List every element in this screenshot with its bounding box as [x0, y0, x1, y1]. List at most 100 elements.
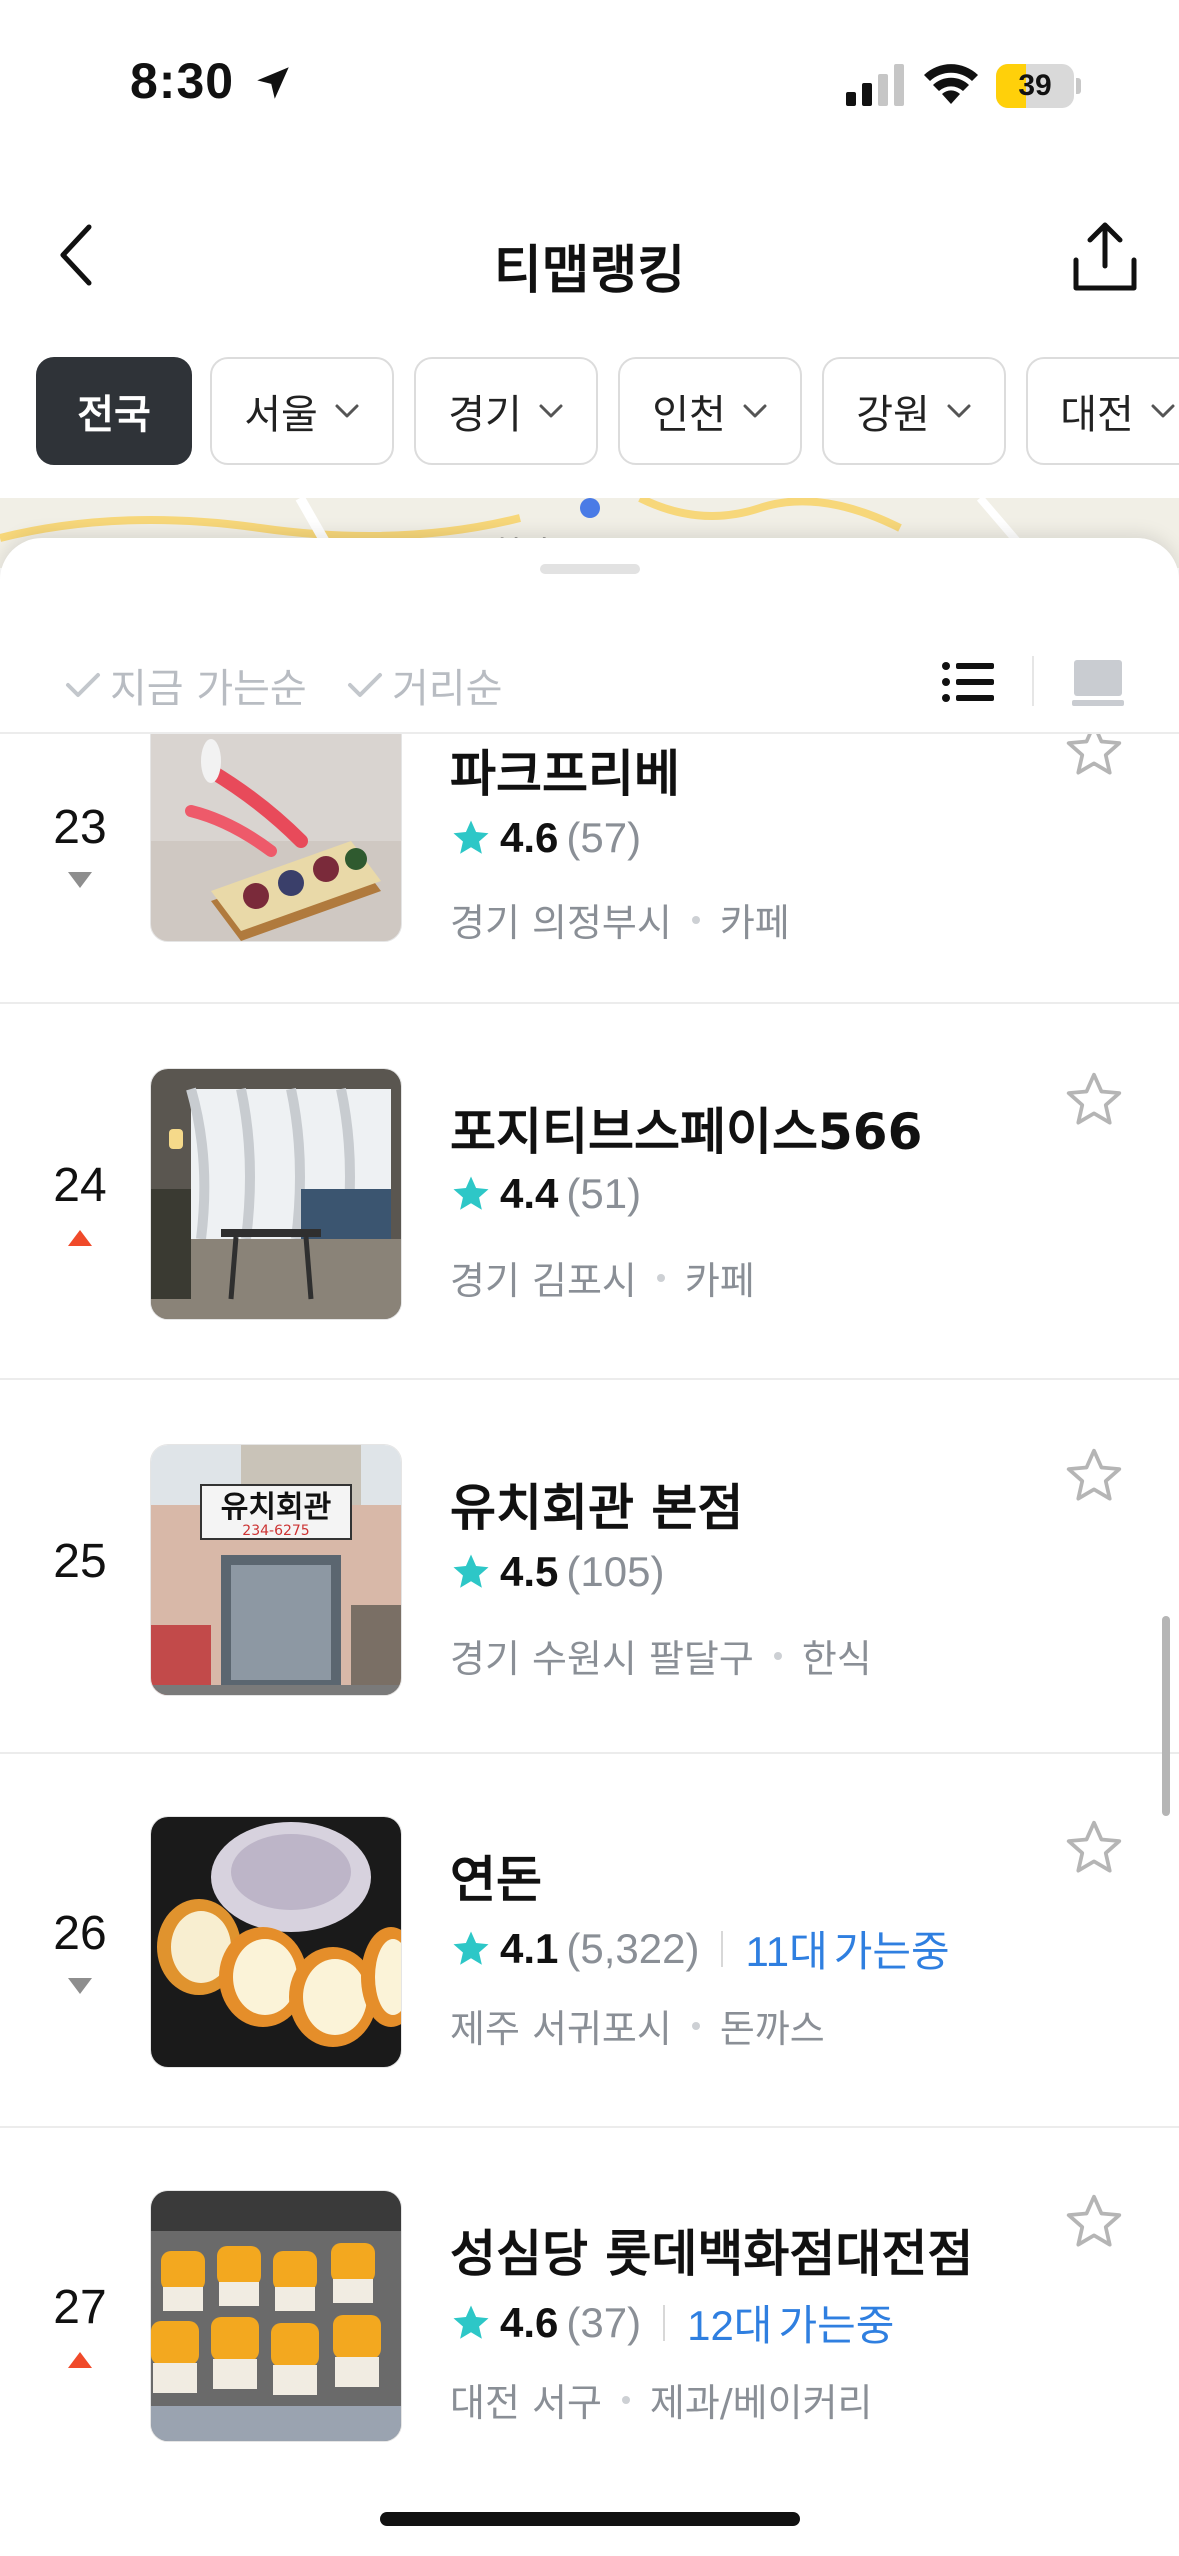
place-category: 카페 — [719, 901, 790, 945]
place-name: 유치회관 본점 — [450, 1479, 744, 1537]
list-item[interactable]: 23 파크프리베 4.6 (57) 경기 의정부시 카페 — [0, 734, 1179, 1004]
favorite-star-icon[interactable] — [1062, 1444, 1126, 1508]
status-time: 8:30 — [130, 53, 235, 109]
place-name: 파크프리베 — [450, 745, 680, 803]
place-region: 경기 의정부시 — [450, 901, 672, 945]
place-thumbnail — [150, 1068, 402, 1320]
rating-divider — [663, 2304, 666, 2341]
sort-bar: 지금 가는순 거리순 — [0, 594, 1179, 734]
share-button[interactable] — [1070, 220, 1140, 294]
chevron-down-icon — [947, 404, 971, 418]
chevron-down-icon — [1151, 404, 1175, 418]
place-thumbnail: 유치회관 234-6275 — [150, 1444, 402, 1696]
sort-option-now-going[interactable]: 지금 가는순 — [64, 656, 307, 714]
place-category: 돈까스 — [719, 2007, 825, 2051]
tmap-ranking-screen: 8:30 39 티맵랭킹 전국 서울 경기 인천 강원 대전 지금 가는순 거리… — [0, 0, 1179, 2556]
status-bar: 8:30 39 — [0, 0, 1179, 150]
rating-value: 4.5 — [500, 1548, 559, 1595]
sheet-grabber[interactable] — [540, 564, 640, 574]
rating-row: 4.6 (57) — [450, 814, 641, 862]
list-view-icon[interactable] — [940, 654, 996, 710]
rank-number: 26 — [53, 1907, 107, 1960]
rank-number: 27 — [53, 2281, 107, 2334]
place-thumbnail — [150, 2190, 402, 2442]
chip-region-all[interactable]: 전국 — [36, 357, 192, 465]
battery-level-text: 39 — [1018, 69, 1052, 102]
chevron-down-icon — [743, 404, 767, 418]
place-thumbnail — [150, 734, 402, 942]
place-name: 포지티브스페이스566 — [450, 1103, 923, 1161]
list-item[interactable]: 24 포지티브스페이스566 4.4 (51) 경기 김포시 카페 — [0, 1006, 1179, 1380]
star-icon — [453, 1176, 489, 1210]
place-thumbnail — [150, 1816, 402, 2068]
meta-row: 경기 김포시 카페 — [450, 1250, 755, 1305]
place-category: 한식 — [801, 1637, 872, 1681]
ranking-sheet: 지금 가는순 거리순 23 파크프리베 4.6 (57) 경기 의정부시 카페 … — [0, 538, 1179, 2556]
battery-cap — [1076, 78, 1081, 94]
sort-label: 거리순 — [392, 666, 503, 712]
chip-label: 전국 — [77, 392, 151, 438]
shop-sign-phone: 234-6275 — [242, 1523, 309, 1539]
favorite-star-icon[interactable] — [1062, 2190, 1126, 2254]
chip-label: 경기 — [448, 392, 522, 438]
place-region: 제주 서귀포시 — [450, 2007, 672, 2051]
rating-value: 4.1 — [500, 1924, 559, 1972]
sort-label: 지금 가는순 — [110, 666, 307, 712]
review-count: (37) — [566, 2298, 642, 2346]
rank-up-icon — [68, 1230, 92, 1246]
chip-label: 강원 — [856, 392, 930, 438]
battery-body: 39 — [996, 64, 1074, 108]
favorite-star-icon[interactable] — [1062, 734, 1126, 782]
rating-value: 4.4 — [500, 1170, 559, 1217]
favorite-star-icon[interactable] — [1062, 1816, 1126, 1880]
cellular-signal-icon — [846, 64, 904, 106]
chip-label: 대전 — [1060, 392, 1134, 438]
rating-row: 4.1 (5,322) 11대 가는중 — [450, 1918, 950, 1979]
check-icon — [66, 673, 100, 697]
chip-region-incheon[interactable]: 인천 — [618, 357, 802, 465]
rating-row: 4.4 (51) — [450, 1170, 641, 1218]
favorite-star-icon[interactable] — [1062, 1068, 1126, 1132]
star-icon — [453, 1931, 489, 1965]
place-name: 성심당 롯데백화점대전점 — [450, 2225, 974, 2283]
review-count: (105) — [566, 1548, 665, 1595]
scrollbar-thumb[interactable] — [1162, 1616, 1170, 1816]
shop-sign-text: 유치회관 — [221, 1490, 331, 1525]
sort-option-distance[interactable]: 거리순 — [346, 656, 502, 714]
rating-row: 4.5 (105) — [450, 1548, 664, 1596]
chip-region-seoul[interactable]: 서울 — [210, 357, 394, 465]
list-item[interactable]: 27 성심당 롯데백화점대전점 4.6 (37) 12대 가는중 대전 서구 제… — [0, 2128, 1179, 2502]
rank-number: 23 — [53, 801, 107, 854]
chip-region-daejeon[interactable]: 대전 — [1026, 357, 1179, 465]
place-region: 경기 김포시 — [450, 1259, 637, 1303]
driving-label: 가는중 — [833, 1927, 950, 1976]
meta-separator-dot — [773, 1651, 782, 1660]
driving-count: 12대 — [687, 2302, 773, 2349]
meta-separator-dot — [691, 915, 700, 924]
meta-separator-dot — [621, 2395, 630, 2404]
chevron-down-icon — [539, 404, 563, 418]
meta-row: 대전 서구 제과/베이커리 — [450, 2372, 873, 2427]
chip-region-gyeonggi[interactable]: 경기 — [414, 357, 598, 465]
driving-label: 가는중 — [778, 2301, 895, 2350]
rank-up-icon — [68, 2352, 92, 2368]
rank-number: 24 — [53, 1159, 107, 1212]
chip-label: 인천 — [652, 392, 726, 438]
location-arrow-icon — [257, 67, 289, 99]
page-title: 티맵랭킹 — [493, 241, 686, 301]
map-view-icon[interactable] — [1070, 654, 1126, 710]
meta-separator-dot — [656, 1273, 665, 1282]
place-region: 대전 서구 — [450, 2381, 602, 2425]
place-category: 제과/베이커리 — [649, 2381, 873, 2425]
rank-down-icon — [68, 872, 92, 888]
list-item[interactable]: 25 유치회관 234-6275 유치회관 본점 4.5 (105) 경기 수원… — [0, 1380, 1179, 1754]
place-region: 경기 수원시 팔달구 — [450, 1637, 754, 1681]
star-icon — [453, 820, 489, 854]
battery-icon: 39 — [996, 64, 1081, 108]
chevron-down-icon — [335, 404, 359, 418]
home-indicator[interactable] — [380, 2512, 800, 2526]
list-item[interactable]: 26 연돈 4.1 (5,322) 11대 가는중 제주 서귀포시 돈까스 — [0, 1754, 1179, 2128]
review-count: (5,322) — [566, 1924, 700, 1972]
review-count: (51) — [566, 1170, 642, 1217]
chip-region-gangwon[interactable]: 강원 — [822, 357, 1006, 465]
